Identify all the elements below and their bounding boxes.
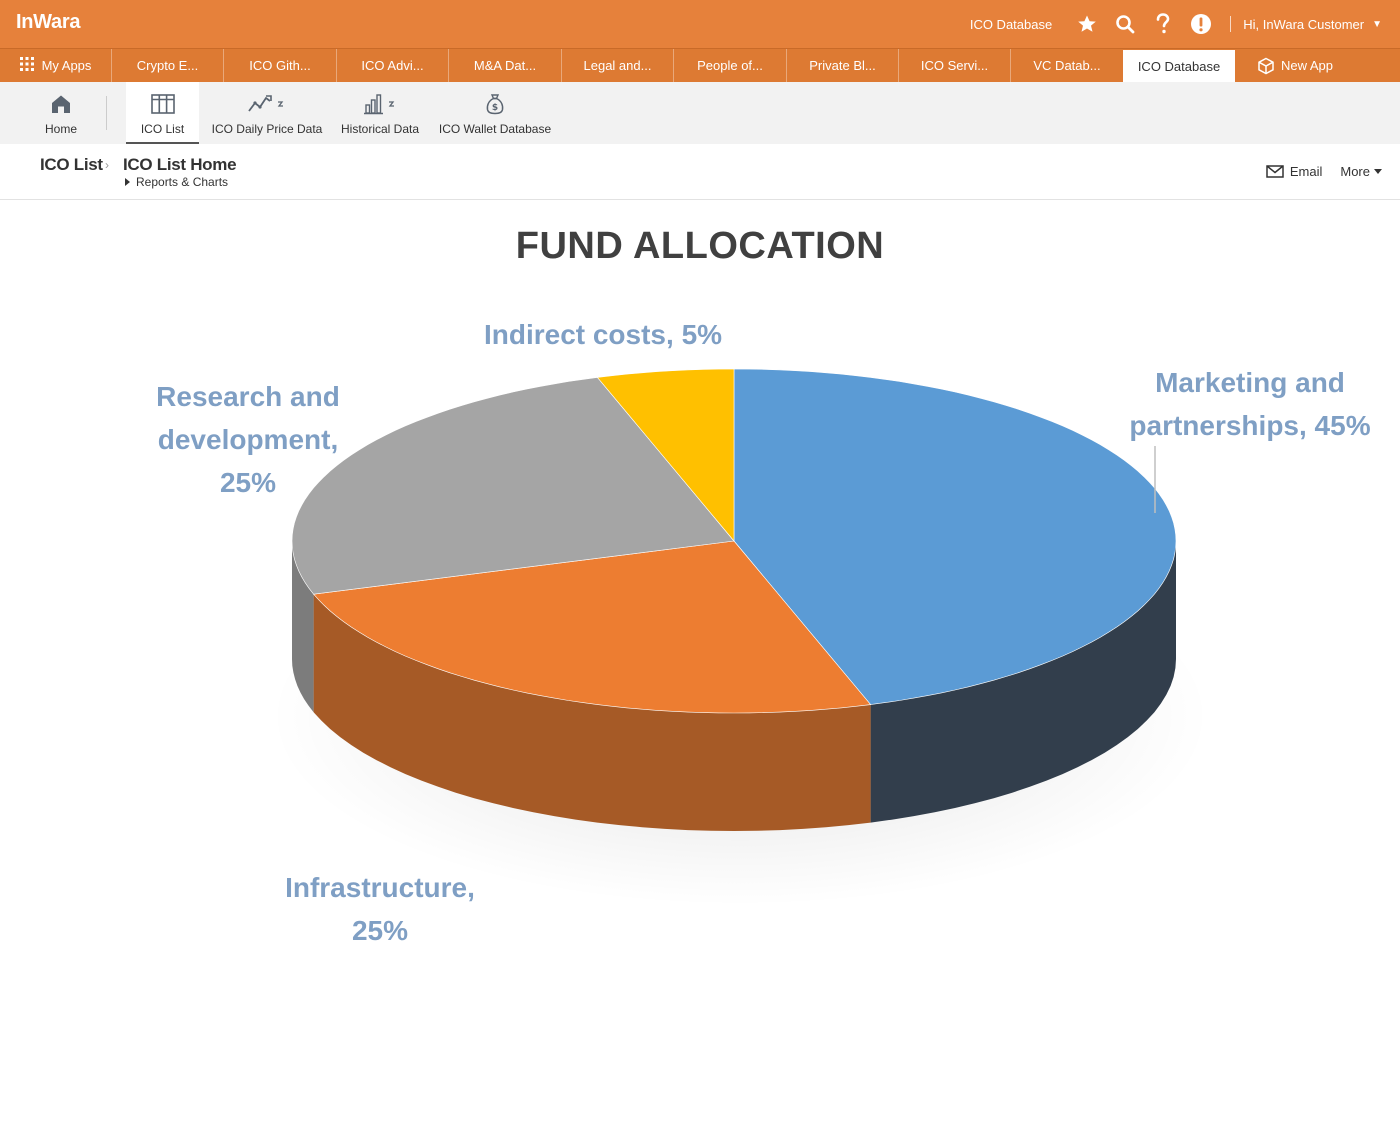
chevron-down-icon xyxy=(1374,169,1382,174)
tab-label: New App xyxy=(1280,58,1334,73)
tab-ma-database[interactable]: M&A Dat... xyxy=(449,49,562,82)
data-label-indirect: Indirect costs, 5% xyxy=(453,313,753,356)
tab-people[interactable]: People of... xyxy=(674,49,787,82)
reports-charts-toggle[interactable]: Reports & Charts xyxy=(125,175,228,189)
tab-ico-github[interactable]: ICO Gith... xyxy=(224,49,337,82)
header-actions: ICO Database Hi, InWara Customer ▼ xyxy=(970,0,1382,48)
app-header: InWara ICO Database Hi, InWara Customer … xyxy=(0,0,1400,48)
tab-label: My Apps xyxy=(41,58,92,73)
caret-right-icon xyxy=(125,178,130,186)
data-label-research: Research and development, 25% xyxy=(98,375,398,504)
more-button[interactable]: More xyxy=(1340,164,1382,179)
subnav-label: Home xyxy=(44,122,77,136)
tab-ico-advisors[interactable]: ICO Advi... xyxy=(337,49,449,82)
brand-logo[interactable]: InWara xyxy=(16,11,80,34)
sub-navigation: Home ICO List ICO Daily Price Data Histo… xyxy=(0,82,1400,144)
cube-icon xyxy=(1257,57,1275,75)
reports-charts-label: Reports & Charts xyxy=(136,175,229,189)
data-label-line: Marketing and xyxy=(1155,367,1345,398)
data-label-line: 25% xyxy=(219,467,277,498)
tab-ico-database[interactable]: ICO Database xyxy=(1123,50,1235,83)
email-icon xyxy=(1266,165,1284,178)
subnav-divider xyxy=(106,96,107,130)
tab-label: People of... xyxy=(697,58,763,73)
tab-label: ICO Gith... xyxy=(249,58,311,73)
subnav-label: ICO Wallet Database xyxy=(438,122,552,136)
tab-crypto-exchanges[interactable]: Crypto E... xyxy=(112,49,224,82)
subnav-label: ICO Daily Price Data xyxy=(211,122,323,136)
data-label-line: Infrastructure, xyxy=(285,872,475,903)
subnav-ico-daily-price[interactable]: ICO Daily Price Data xyxy=(210,82,324,144)
star-icon[interactable] xyxy=(1076,13,1098,35)
tab-label: Legal and... xyxy=(583,58,652,73)
money-bag-icon: $ xyxy=(485,92,505,116)
data-label-line: development, xyxy=(157,424,339,455)
tab-label: VC Datab... xyxy=(1033,58,1101,73)
tab-label: M&A Dat... xyxy=(473,58,537,73)
app-tab-bar: My Apps Crypto E... ICO Gith... ICO Advi… xyxy=(0,48,1400,83)
tab-private-blockchain[interactable]: Private Bl... xyxy=(787,49,899,82)
tab-ico-services[interactable]: ICO Servi... xyxy=(899,49,1011,82)
email-button[interactable]: Email xyxy=(1266,164,1323,179)
chevron-down-icon[interactable]: ▼ xyxy=(1372,19,1382,30)
page-actions: Email More xyxy=(1266,164,1382,179)
tab-label: ICO Database xyxy=(1137,59,1221,74)
tab-my-apps[interactable]: My Apps xyxy=(0,49,112,82)
page-title: ICO List Home xyxy=(123,155,237,174)
home-icon xyxy=(50,92,72,116)
tab-legal[interactable]: Legal and... xyxy=(562,49,674,82)
chart-title: FUND ALLOCATION xyxy=(515,225,885,267)
header-divider xyxy=(1230,16,1232,32)
data-label-marketing: Marketing and partnerships, 45% xyxy=(1100,361,1400,447)
subnav-historical-data[interactable]: Historical Data xyxy=(334,82,426,144)
help-icon[interactable] xyxy=(1152,13,1174,35)
tab-new-app[interactable]: New App xyxy=(1240,49,1350,82)
svg-text:$: $ xyxy=(492,103,498,113)
data-label-line: Indirect costs, 5% xyxy=(483,319,723,350)
tab-vc-database[interactable]: VC Datab... xyxy=(1011,49,1123,82)
subnav-ico-list[interactable]: ICO List xyxy=(126,82,199,144)
data-label-line: Research and xyxy=(156,381,340,412)
header-database-link[interactable]: ICO Database xyxy=(970,17,1052,32)
subnav-ico-wallet-database[interactable]: $ ICO Wallet Database xyxy=(436,82,554,144)
bar-chart-icon xyxy=(360,92,400,116)
data-label-line: 25% xyxy=(351,915,409,946)
pie-tops xyxy=(291,368,1177,714)
subnav-label: ICO List xyxy=(140,122,185,136)
data-label-infrastructure: Infrastructure, 25% xyxy=(230,866,530,952)
list-icon xyxy=(150,92,175,116)
user-menu[interactable]: Hi, InWara Customer xyxy=(1243,17,1364,32)
chart-panel: FUND ALLOCATION Marketing and partnershi… xyxy=(0,201,1400,1133)
tab-label: Private Bl... xyxy=(809,58,876,73)
alert-icon[interactable] xyxy=(1190,13,1212,35)
data-label-line: partnerships, 45% xyxy=(1129,410,1371,441)
breadcrumb-root[interactable]: ICO List xyxy=(40,155,103,175)
email-label: Email xyxy=(1289,164,1323,179)
chevron-right-icon: › xyxy=(105,158,109,172)
subnav-home[interactable]: Home xyxy=(32,82,90,144)
trend-chart-icon xyxy=(247,92,287,116)
tab-label: ICO Servi... xyxy=(920,58,989,73)
grid-icon xyxy=(19,57,34,74)
search-icon[interactable] xyxy=(1114,13,1136,35)
subnav-label: Historical Data xyxy=(340,122,420,136)
more-label: More xyxy=(1340,164,1370,179)
tab-label: ICO Advi... xyxy=(361,58,424,73)
tab-label: Crypto E... xyxy=(136,58,199,73)
breadcrumb: ICO List › ICO List Home Reports & Chart… xyxy=(0,144,1400,200)
